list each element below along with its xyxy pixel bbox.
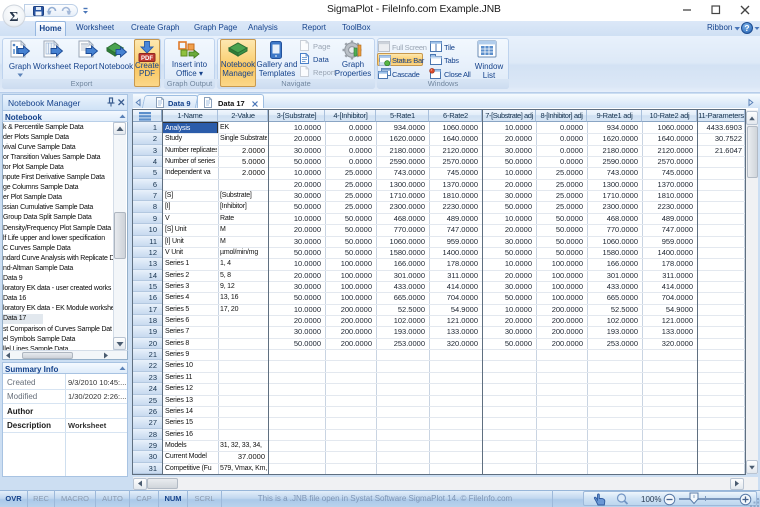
svg-text:?: ?: [744, 23, 749, 33]
svg-text:Σ: Σ: [9, 10, 18, 25]
